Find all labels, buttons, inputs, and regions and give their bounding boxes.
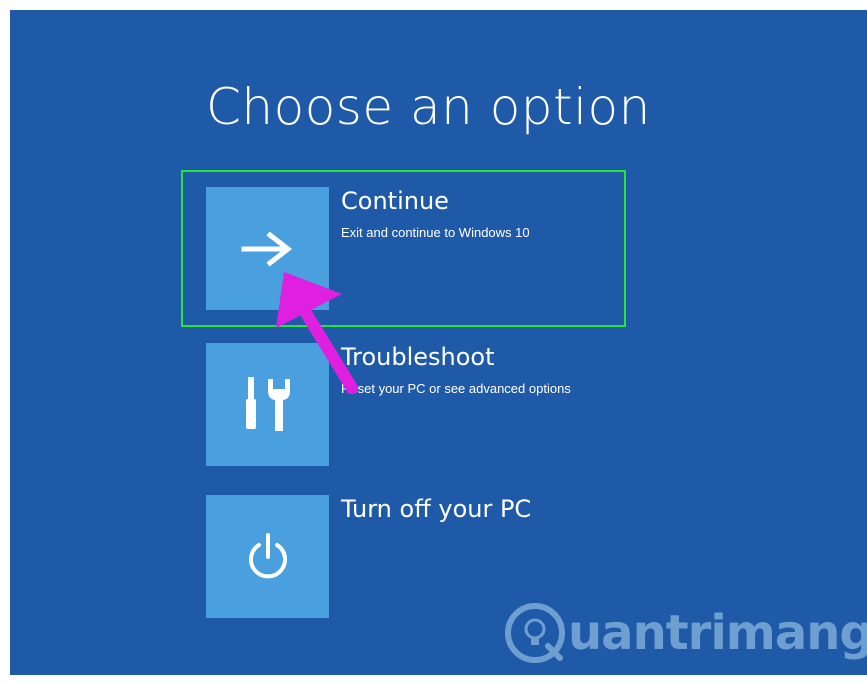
power-icon [248,532,287,578]
troubleshoot-description: Reset your PC or see advanced options [341,381,571,396]
troubleshoot-label: Troubleshoot [341,343,495,371]
turn-off-label: Turn off your PC [341,495,532,523]
continue-label: Continue [341,187,449,215]
page-title: Choose an option [206,78,651,136]
tools-icon [245,376,290,431]
continue-tile[interactable] [206,187,329,310]
turn-off-option[interactable]: Turn off your PC [206,495,636,620]
troubleshoot-option[interactable]: Troubleshoot Reset your PC or see advanc… [206,343,636,468]
turn-off-tile[interactable] [206,495,329,618]
arrow-right-icon [241,230,292,267]
troubleshoot-tile[interactable] [206,343,329,466]
continue-option[interactable]: Continue Exit and continue to Windows 10 [206,187,636,312]
recovery-screen: Choose an option Continue Exit and conti… [10,10,867,675]
continue-description: Exit and continue to Windows 10 [341,225,530,240]
